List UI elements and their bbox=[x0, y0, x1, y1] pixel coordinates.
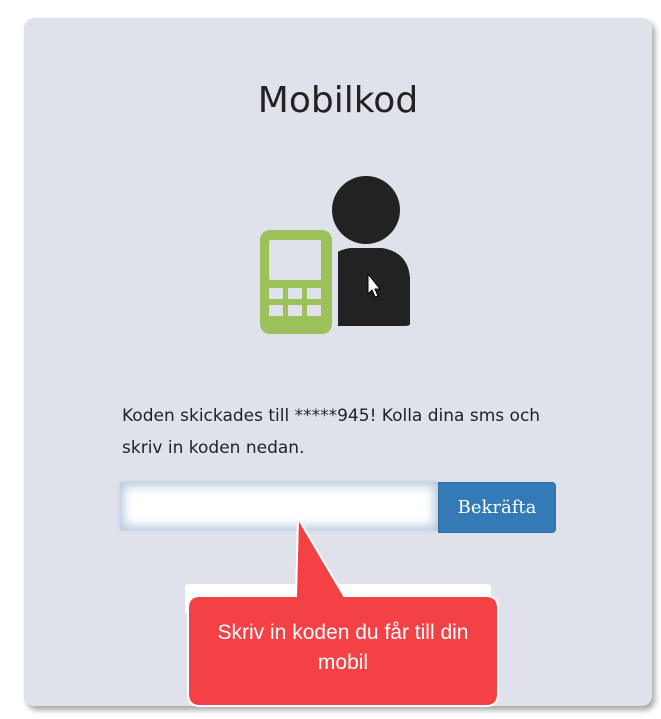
mobile-person-icon bbox=[256, 176, 410, 334]
callout-text: Skriv in koden du får till din mobil bbox=[217, 621, 469, 674]
page-title: Mobilkod bbox=[257, 80, 419, 121]
sms-sent-message: Koden skickades till *****945! Kolla din… bbox=[122, 406, 541, 458]
secondary-button[interactable] bbox=[185, 584, 491, 614]
verification-card: Mobilkod Koden skickades till *****945! … bbox=[24, 18, 652, 706]
code-input[interactable] bbox=[120, 482, 438, 530]
confirm-button[interactable]: Bekräfta bbox=[438, 482, 556, 533]
